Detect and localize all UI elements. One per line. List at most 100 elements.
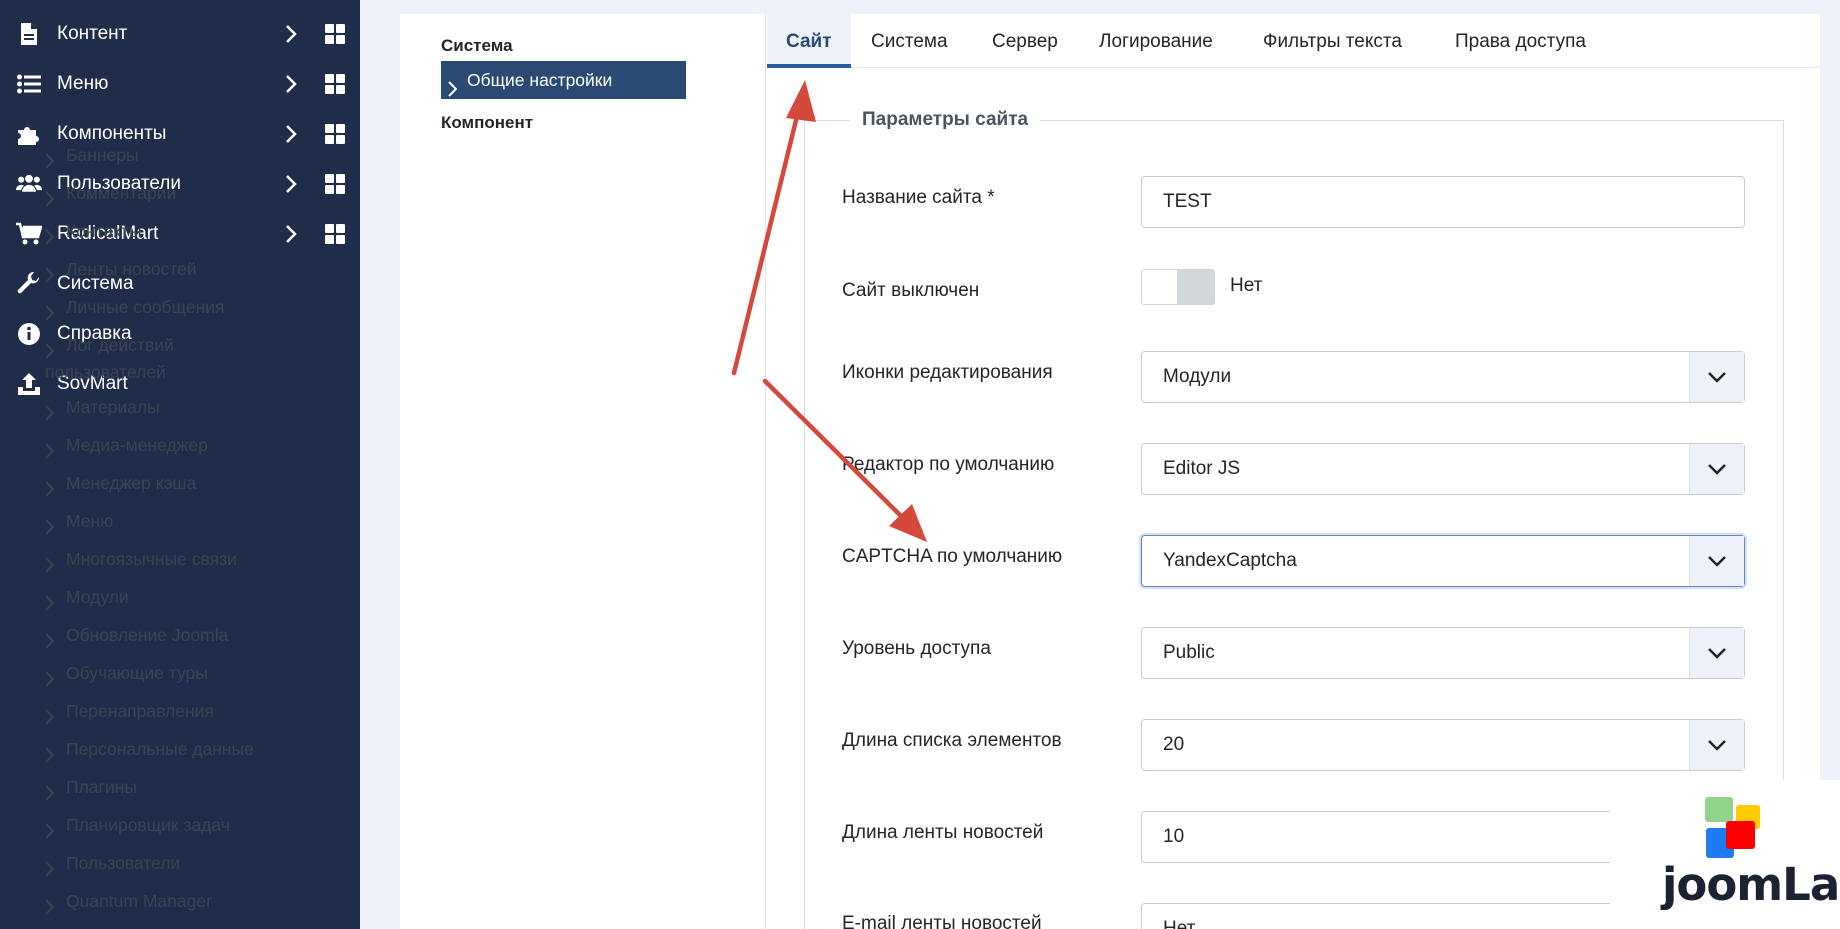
- select-value: Модули: [1163, 366, 1232, 387]
- users-icon: [16, 172, 42, 196]
- cart-icon: [16, 222, 42, 246]
- tree-item[interactable]: Меню: [45, 508, 113, 535]
- tree-item[interactable]: Материалы: [45, 394, 160, 421]
- tree-item[interactable]: Перенаправления: [45, 698, 214, 725]
- tree-item[interactable]: Баннеры: [45, 142, 139, 169]
- site-offline-toggle[interactable]: [1141, 269, 1215, 305]
- tree-item[interactable]: Обновление Joomla: [45, 622, 228, 649]
- site-name-input[interactable]: TEST: [1141, 176, 1745, 228]
- tree-item[interactable]: Планировщик задач: [45, 812, 230, 839]
- tree-item-label: Общие настройки: [467, 70, 613, 90]
- dashboard-grid-icon[interactable]: [325, 224, 345, 244]
- tree-item[interactable]: Личные сообщения: [45, 294, 225, 321]
- dashboard-grid-icon[interactable]: [325, 74, 345, 94]
- chevron-right-icon: [45, 402, 55, 429]
- tree-item-label: Комментарии: [66, 183, 177, 203]
- fieldset-legend: Параметры сайта: [850, 109, 1041, 131]
- select-value: Editor JS: [1163, 458, 1241, 479]
- tree-item-label-continuation: пользователей: [45, 362, 166, 382]
- tree-item[interactable]: Многоязычные связи: [45, 546, 237, 573]
- edit-icons-select[interactable]: Модули: [1141, 351, 1745, 403]
- chevron-right-icon[interactable]: [282, 123, 300, 145]
- tab-logging[interactable]: Логирование: [1099, 14, 1213, 68]
- tree-item[interactable]: Контакты: [45, 218, 142, 245]
- tab-text-filters[interactable]: Фильтры текста: [1263, 14, 1402, 68]
- chevron-right-icon: [45, 516, 55, 543]
- tree-item-label: Материалы: [66, 397, 160, 417]
- chevron-down-icon[interactable]: [1689, 628, 1744, 678]
- chevron-right-icon: [45, 188, 55, 215]
- tree-item-label: Персональные данные: [66, 739, 254, 759]
- feed-email-label: E-mail ленты новостей: [842, 913, 1042, 929]
- tree-item[interactable]: Модули: [45, 584, 129, 611]
- sidebar-item-content[interactable]: Контент: [0, 9, 360, 59]
- sidebar-item-menus[interactable]: Меню: [0, 59, 360, 109]
- chevron-right-icon[interactable]: [282, 73, 300, 95]
- chevron-right-icon: [45, 668, 55, 695]
- chevron-right-icon: [45, 630, 55, 657]
- toggle-knob: [1177, 270, 1214, 304]
- tabs-bar: Сайт Система Сервер Логирование Фильтры …: [767, 14, 1820, 68]
- chevron-down-icon[interactable]: [1689, 536, 1744, 586]
- chevron-right-icon: [45, 150, 55, 177]
- default-editor-select[interactable]: Editor JS: [1141, 443, 1745, 495]
- chevron-right-icon[interactable]: [282, 223, 300, 245]
- dashboard-grid-icon[interactable]: [325, 124, 345, 144]
- tree-item-global-configuration[interactable]: Общие настройки: [441, 61, 686, 99]
- default-editor-label: Редактор по умолчанию: [842, 454, 1055, 475]
- chevron-right-icon: [45, 858, 55, 885]
- chevron-right-icon: [45, 706, 55, 733]
- tree-item[interactable]: Лог действий пользователей: [45, 332, 174, 386]
- feed-length-label: Длина ленты новостей: [842, 822, 1044, 843]
- select-value: YandexCaptcha: [1163, 550, 1297, 571]
- chevron-down-icon[interactable]: [1689, 444, 1744, 494]
- default-captcha-label: CAPTCHA по умолчанию: [842, 546, 1063, 567]
- tree-item-label: Пользователи: [66, 853, 181, 873]
- tree-item[interactable]: Комментарии: [45, 180, 176, 207]
- chevron-right-icon[interactable]: [282, 23, 300, 45]
- tree-item-label: Личные сообщения: [66, 297, 225, 317]
- options-tree: Система Общие настройки Компонент: [400, 14, 766, 929]
- tree-item[interactable]: Пользователи: [45, 850, 180, 877]
- dashboard-grid-icon[interactable]: [325, 24, 345, 44]
- tree-item-label: Плагины: [66, 777, 137, 797]
- tab-site[interactable]: Сайт: [767, 14, 851, 68]
- tab-server[interactable]: Сервер: [992, 14, 1058, 68]
- chevron-right-icon[interactable]: [282, 173, 300, 195]
- tree-item-label: Ленты новостей: [66, 259, 197, 279]
- info-icon: [16, 322, 42, 346]
- tree-item-label: Модули: [66, 587, 129, 607]
- chevron-right-icon: [45, 782, 55, 809]
- default-captcha-select[interactable]: YandexCaptcha: [1141, 535, 1745, 587]
- tree-item[interactable]: Ленты новостей: [45, 256, 197, 283]
- select-value: Public: [1163, 642, 1215, 663]
- chevron-right-icon: [448, 72, 458, 110]
- chevron-right-icon: [45, 896, 55, 923]
- list-length-label: Длина списка элементов: [842, 730, 1062, 751]
- tree-item[interactable]: Плагины: [45, 774, 137, 801]
- tree-item[interactable]: Менеджер кэша: [45, 470, 196, 497]
- list-length-select[interactable]: 20: [1141, 719, 1745, 771]
- chevron-right-icon: [45, 478, 55, 505]
- tree-item-label: Обновление Joomla: [66, 625, 229, 645]
- list-icon: [16, 72, 42, 96]
- select-value: 20: [1163, 734, 1185, 755]
- chevron-right-icon: [45, 744, 55, 771]
- tab-system[interactable]: Система: [871, 14, 948, 68]
- tree-item-label: Перенаправления: [66, 701, 214, 721]
- access-level-select[interactable]: Public: [1141, 627, 1745, 679]
- site-name-label: Название сайта *: [842, 187, 995, 208]
- chevron-right-icon: [45, 820, 55, 847]
- chevron-down-icon[interactable]: [1689, 352, 1744, 402]
- upload-icon: [16, 372, 42, 396]
- chevron-down-icon[interactable]: [1689, 720, 1744, 770]
- tree-item[interactable]: Обучающие туры: [45, 660, 208, 687]
- tree-item[interactable]: Персональные данные: [45, 736, 254, 763]
- tree-item[interactable]: Медиа-менеджер: [45, 432, 208, 459]
- site-offline-state: Нет: [1230, 275, 1263, 296]
- tree-item-label: Меню: [66, 511, 114, 531]
- chevron-right-icon: [45, 302, 55, 329]
- tree-item[interactable]: Quantum Manager: [45, 888, 212, 915]
- dashboard-grid-icon[interactable]: [325, 174, 345, 194]
- tab-permissions[interactable]: Права доступа: [1455, 14, 1586, 68]
